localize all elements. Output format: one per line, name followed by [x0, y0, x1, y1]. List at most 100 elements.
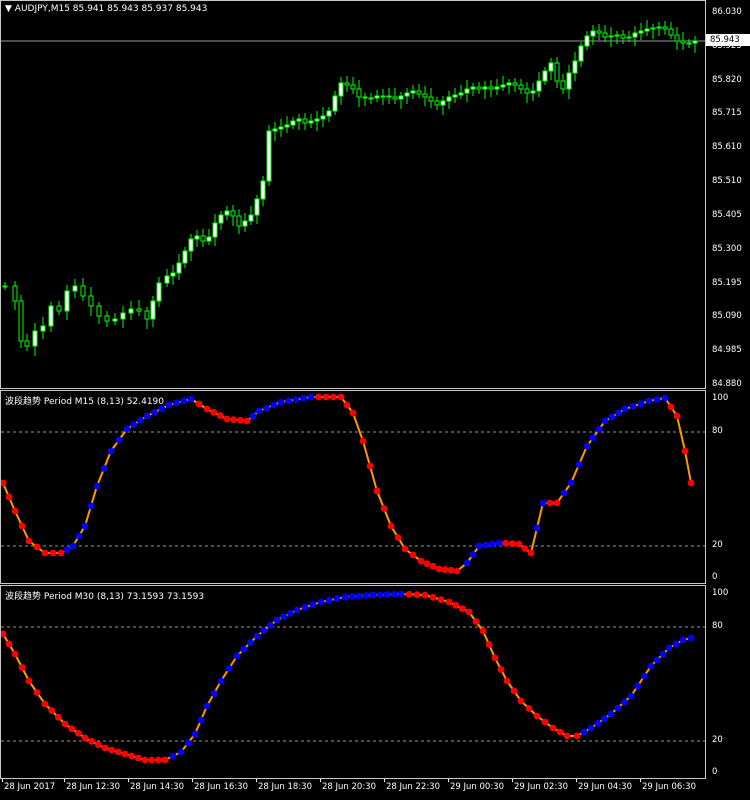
rising-dot: [672, 640, 680, 648]
rising-dot: [300, 394, 307, 402]
rising-dot: [130, 421, 138, 429]
candle-body: [260, 180, 266, 200]
candle-body: [248, 214, 254, 222]
falling-dot: [108, 746, 116, 754]
candle-body: [356, 88, 362, 98]
candle-body: [104, 315, 110, 322]
candle-body: [326, 110, 332, 117]
falling-dot: [667, 403, 675, 411]
time-tick: [64, 779, 65, 782]
candle-body: [638, 30, 644, 34]
candle-body: [136, 308, 142, 312]
price-scale[interactable]: 86.03085.92585.82085.71585.61085.51085.4…: [706, 0, 750, 389]
rising-dot: [595, 425, 603, 433]
time-tick: [256, 779, 257, 782]
candlestick-chart[interactable]: [1, 1, 707, 390]
falling-dot: [673, 412, 681, 420]
candle-body: [188, 238, 194, 252]
falling-dot: [343, 401, 351, 409]
falling-dot: [25, 537, 33, 545]
rising-dot: [136, 416, 144, 424]
falling-dot: [563, 732, 571, 740]
falling-dot: [413, 591, 421, 599]
falling-dot: [41, 700, 49, 708]
time-tick: [192, 779, 193, 782]
rising-dot: [495, 539, 503, 547]
rising-dot: [600, 715, 608, 723]
indicator-m15-pane[interactable]: 波段趋势 Period M15 (8,13) 52.4190: [0, 390, 707, 585]
time-tick: [128, 779, 129, 782]
falling-dot: [541, 718, 549, 726]
falling-dot: [33, 543, 41, 551]
candle-body: [518, 84, 524, 90]
candle-body: [386, 95, 392, 98]
falling-dot: [479, 627, 487, 635]
rising-dot: [255, 407, 263, 415]
candle-body: [242, 220, 248, 227]
falling-dot: [11, 650, 19, 658]
rising-dot: [341, 593, 349, 601]
rising-dot: [100, 465, 108, 472]
time-tick: [448, 779, 449, 782]
rising-dot: [262, 404, 270, 412]
rising-dot: [665, 644, 673, 652]
rising-dot: [233, 652, 241, 660]
time-label: 29 Jun 00:30: [450, 782, 504, 792]
falling-dot: [11, 507, 19, 515]
rising-dot: [355, 592, 363, 600]
falling-dot: [48, 707, 56, 715]
rising-dot: [653, 656, 661, 664]
candle-body: [112, 318, 118, 322]
falling-dot: [409, 551, 417, 559]
rising-dot: [533, 524, 541, 532]
chart-menu-arrow-icon[interactable]: ▼: [5, 4, 15, 14]
falling-dot: [5, 493, 13, 501]
level-label: 20: [712, 540, 723, 550]
rising-dot: [659, 650, 667, 658]
candle-body: [410, 90, 416, 94]
falling-dot: [330, 393, 337, 401]
time-label: 28 Jun 12:30: [66, 782, 120, 792]
falling-dot: [154, 756, 162, 764]
candle-body: [64, 290, 70, 312]
time-axis[interactable]: 28 Jun 2017 28 Jun 12:30 28 Jun 14:30 28 Ju…: [0, 779, 750, 800]
time-label: 29 Jun 06:30: [642, 782, 696, 792]
candle-body: [194, 235, 200, 240]
falling-dot: [216, 412, 224, 420]
rising-dot: [362, 592, 370, 599]
candle-body: [512, 82, 518, 86]
falling-dot: [445, 598, 453, 606]
rising-dot: [614, 704, 622, 712]
rising-dot: [225, 665, 233, 672]
candle-body: [392, 96, 398, 100]
candle-body: [18, 300, 24, 342]
indicator-line: [2, 592, 692, 761]
candle-body: [554, 62, 560, 82]
price-chart-pane[interactable]: ▼ AUDJPY,M15 85.941 85.943 85.937 85.943: [0, 0, 707, 390]
falling-dot: [68, 725, 76, 733]
rising-dot: [280, 613, 288, 621]
falling-dot: [387, 522, 395, 530]
rising-dot: [653, 396, 661, 403]
candle-body: [566, 72, 572, 90]
price-label: 85.820: [712, 74, 742, 85]
falling-dot: [394, 534, 402, 541]
candle-body: [380, 95, 386, 98]
indicator-m15-plot[interactable]: [1, 391, 707, 585]
candle-body: [290, 120, 296, 126]
falling-dot: [515, 540, 523, 548]
level-label: 80: [712, 426, 723, 436]
rising-dot: [607, 710, 615, 718]
rising-dot: [640, 672, 648, 680]
rising-dot: [165, 401, 173, 409]
rising-dot: [567, 479, 575, 487]
candle-body: [12, 285, 18, 302]
rising-dot: [150, 408, 158, 416]
falling-dot: [33, 689, 41, 696]
falling-dot: [223, 415, 231, 423]
falling-dot: [148, 756, 156, 764]
rising-dot: [620, 698, 628, 706]
indicator-m30-plot[interactable]: [1, 586, 707, 780]
indicator-m30-pane[interactable]: 波段趋势 Period M30 (8,13) 73.1593 73.1593: [0, 585, 707, 780]
falling-dot: [447, 566, 455, 574]
